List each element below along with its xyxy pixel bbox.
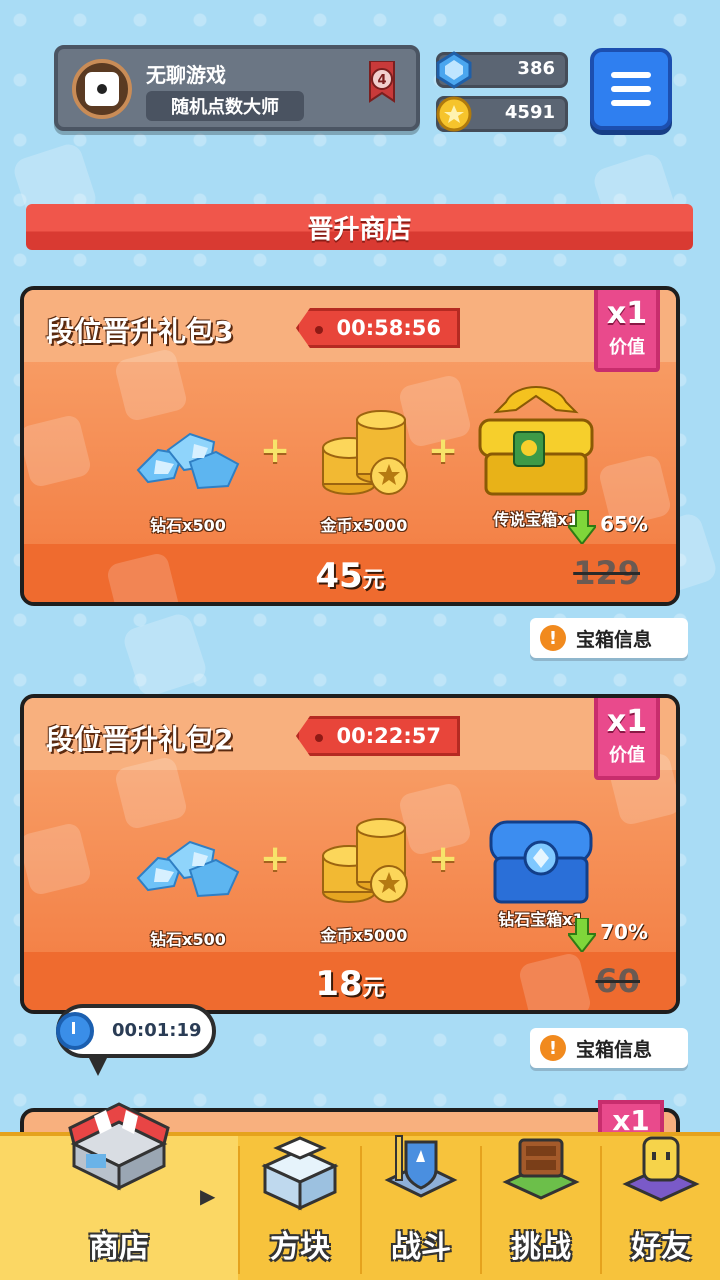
- nav-label: 战斗: [391, 1230, 451, 1265]
- nav-label: 方块: [270, 1230, 330, 1265]
- die-decoration: [24, 821, 93, 897]
- original-price: 129: [573, 554, 640, 592]
- shop-timer-text: 00:01:19: [112, 1020, 202, 1041]
- nav-tab-battle[interactable]: 战斗: [362, 1135, 480, 1280]
- pack-title: 段位晋升礼包3: [46, 315, 234, 348]
- bottom-navigation: 商店 方块 战斗 挑战 好友: [0, 1102, 720, 1280]
- info-exclamation-icon: !: [540, 625, 566, 651]
- nav-tab-challenge[interactable]: 挑战: [482, 1136, 600, 1280]
- coin-stack-icon: [322, 818, 408, 903]
- diamond-icon: [436, 51, 472, 89]
- plus-icon: +: [428, 838, 459, 879]
- price-currency: 元: [362, 976, 385, 1001]
- original-price: 60: [595, 962, 640, 1000]
- timer-dot-icon: [315, 326, 323, 334]
- reward-label: 金币x5000: [320, 926, 408, 945]
- plus-icon: +: [260, 430, 291, 471]
- battle-icon: [384, 1135, 458, 1198]
- multiplier-value: x1: [606, 296, 648, 331]
- coin-icon: [436, 96, 472, 132]
- play-arrow-icon: ▶: [200, 1184, 216, 1208]
- player-title: 随机点数大师: [146, 91, 304, 121]
- nav-tab-friends[interactable]: 好友: [602, 1136, 720, 1280]
- die-decoration: [24, 413, 93, 489]
- chest-info-label: 宝箱信息: [576, 1038, 653, 1061]
- discount-percent: 65%: [600, 512, 648, 536]
- down-arrow-icon: [568, 918, 596, 952]
- shop-refresh-timer: 00:01:19: [56, 1004, 216, 1076]
- price-label[interactable]: 18元: [24, 964, 676, 1004]
- diamond-pile-icon: [136, 432, 240, 490]
- pack-title: 段位晋升礼包2: [46, 723, 234, 756]
- promotion-pack-card[interactable]: 段位晋升礼包3 00:58:56 x1 价值 钻石x500 + 金币x5000 …: [20, 286, 680, 606]
- reward-item[interactable]: 钻石x500: [128, 828, 248, 949]
- down-arrow-icon: [568, 510, 596, 544]
- stopwatch-icon: [56, 1012, 94, 1050]
- avatar[interactable]: [72, 59, 132, 119]
- coin-stack-icon: [322, 410, 408, 495]
- timer-dot-icon: [315, 734, 323, 742]
- diamond-amount: 386: [517, 58, 555, 79]
- info-exclamation-icon: !: [540, 1035, 566, 1061]
- nav-label: 商店: [89, 1230, 149, 1265]
- dice-avatar-icon: [85, 72, 119, 106]
- nav-tab-shop[interactable]: 商店: [0, 1102, 238, 1280]
- challenge-icon: [502, 1138, 580, 1200]
- value-multiplier-badge: x1 价值: [594, 290, 660, 372]
- diamond-chest-icon: [489, 820, 593, 904]
- value-multiplier-badge: x1 价值: [594, 698, 660, 780]
- menu-button[interactable]: [590, 48, 672, 130]
- reward-label: 金币x5000: [320, 516, 408, 535]
- multiplier-value: x1: [606, 704, 648, 739]
- price-value: 18: [315, 964, 363, 1004]
- shop-icon: [68, 1102, 170, 1191]
- player-name: 无聊游戏: [146, 63, 226, 87]
- coin-counter[interactable]: 4591: [436, 96, 568, 132]
- timer-text: 00:22:57: [336, 724, 441, 748]
- diamond-counter[interactable]: 386: [436, 51, 568, 89]
- timer-text: 00:58:56: [336, 316, 441, 340]
- chest-info-button[interactable]: ! 宝箱信息: [530, 1028, 688, 1068]
- rank-level: 4: [377, 73, 386, 88]
- friends-icon: [622, 1136, 700, 1202]
- rank-ribbon-icon[interactable]: 4: [364, 61, 400, 111]
- nav-label: 挑战: [511, 1230, 571, 1265]
- legendary-chest-icon: [478, 386, 594, 496]
- price-currency: 元: [362, 568, 385, 593]
- reward-item[interactable]: 金币x5000: [304, 396, 424, 536]
- coin-amount: 4591: [504, 102, 555, 123]
- diamond-pile-icon: [136, 840, 240, 898]
- plus-icon: +: [260, 838, 291, 879]
- countdown-timer: 00:58:56: [296, 308, 460, 348]
- promotion-pack-card[interactable]: 段位晋升礼包2 00:22:57 x1 价值 钻石x500 + 金币x5000 …: [20, 694, 680, 1014]
- reward-item[interactable]: 金币x5000: [304, 804, 424, 945]
- menu-bar-icon: [611, 72, 651, 78]
- section-title: 晋升商店: [26, 204, 693, 250]
- cube-icon: [261, 1136, 339, 1211]
- discount-percent: 70%: [600, 920, 648, 944]
- price-value: 45: [315, 556, 363, 596]
- player-profile-panel[interactable]: 无聊游戏 随机点数大师 4: [54, 45, 420, 131]
- reward-item[interactable]: 钻石x500: [128, 420, 248, 540]
- multiplier-label: 价值: [609, 745, 645, 766]
- multiplier-label: 价值: [609, 337, 645, 358]
- countdown-timer: 00:22:57: [296, 716, 460, 756]
- menu-bar-icon: [611, 86, 651, 92]
- nav-tab-cube[interactable]: 方块: [240, 1136, 360, 1280]
- chest-info-label: 宝箱信息: [576, 628, 653, 651]
- menu-bar-icon: [611, 100, 651, 106]
- reward-label: 钻石x500: [150, 516, 226, 535]
- nav-label: 好友: [631, 1230, 691, 1265]
- plus-icon: +: [428, 430, 459, 471]
- chest-info-button[interactable]: ! 宝箱信息: [530, 618, 688, 658]
- reward-label: 钻石x500: [150, 930, 226, 949]
